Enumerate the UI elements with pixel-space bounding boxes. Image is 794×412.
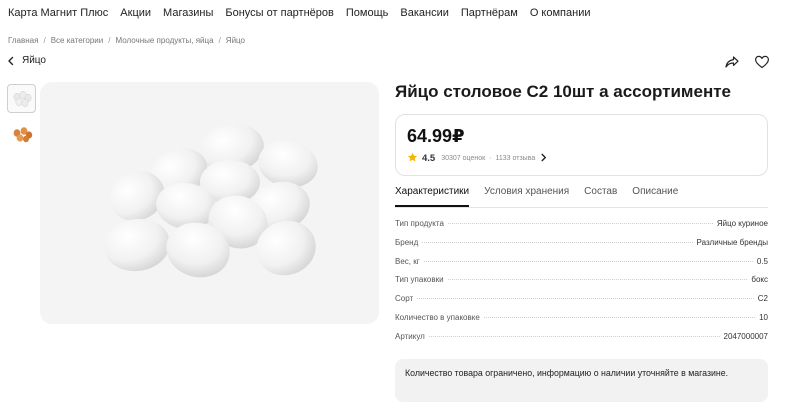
spec-label: Вес, кг [395,256,420,266]
spec-label: Артикул [395,331,425,341]
availability-notice: Количество товара ограничено, информацию… [395,359,768,402]
back-label: Яйцо [22,55,46,66]
breadcrumb-eggs[interactable]: Яйцо [226,36,245,45]
nav-item-magnit-plus-card[interactable]: Карта Магнит Плюс [8,7,108,19]
breadcrumb: Главная / Все категории / Молочные проду… [8,36,245,45]
spec-leader [447,279,748,281]
image-thumbnails [7,84,36,148]
rating-separator: · [489,155,492,162]
spec-label: Сорт [395,294,414,304]
spec-value: 0.5 [756,256,768,266]
spec-leader [483,316,756,318]
spec-leader [423,260,753,262]
top-nav: Карта Магнит Плюс Акции Магазины Бонусы … [0,0,602,26]
breadcrumb-separator: / [108,36,111,45]
nav-item-stores[interactable]: Магазины [163,7,213,19]
spec-row: Бренд Различные бренды [395,238,768,257]
rating-summary[interactable]: 4.5 30307 оценок · 1133 отзыва [407,152,548,165]
spec-label: Бренд [395,237,419,247]
spec-leader [428,335,720,337]
spec-row: Вес, кг 0.5 [395,257,768,276]
breadcrumb-all-categories[interactable]: Все категории [51,36,104,45]
price-card: 64.99₽ 4.5 30307 оценок · 1133 отзыва [395,114,768,176]
breadcrumb-separator: / [218,36,221,45]
spec-row: Тип продукта Яйцо куриное [395,219,768,238]
product-actions [724,54,770,70]
nav-item-partners[interactable]: Партнёрам [461,7,518,19]
heart-icon[interactable] [754,54,770,70]
spec-label: Тип продукта [395,219,444,228]
star-icon [407,152,418,165]
product-price: 64.99₽ [407,126,465,146]
chevron-left-icon [6,56,16,66]
spec-leader [417,298,754,300]
spec-value: 10 [759,312,768,322]
nav-item-about[interactable]: О компании [530,7,591,19]
tab-storage-conditions[interactable]: Условия хранения [484,186,569,207]
nav-item-promotions[interactable]: Акции [120,7,151,19]
specifications-list: Тип продукта Яйцо куриное Бренд Различны… [395,219,768,351]
back-link[interactable]: Яйцо [6,55,46,66]
share-icon[interactable] [724,54,740,70]
spec-value: С2 [757,294,768,304]
spec-leader [447,223,713,224]
nav-item-help[interactable]: Помощь [346,7,389,19]
spec-value: Яйцо куриное [716,219,768,228]
spec-value: бокс [751,275,768,285]
tab-composition[interactable]: Состав [584,186,617,207]
breadcrumb-dairy[interactable]: Молочные продукты, яйца [115,36,213,45]
spec-value: Различные бренды [696,237,768,247]
product-title: Яйцо столовое С2 10шт а ассортименте [395,82,732,101]
spec-label: Тип упаковки [395,275,444,285]
tab-description[interactable]: Описание [632,186,678,207]
spec-leader [422,241,693,243]
chevron-right-icon [539,153,548,164]
spec-value: 2047000007 [723,331,769,341]
product-image [40,82,379,324]
nav-item-partner-bonuses[interactable]: Бонусы от партнёров [225,7,333,19]
breadcrumb-separator: / [43,36,46,45]
breadcrumb-home[interactable]: Главная [8,36,38,45]
spec-row: Количество в упаковке 10 [395,313,768,332]
rating-score: 4.5 [422,153,436,164]
reviews-count: 1133 отзыва [495,155,536,162]
spec-row: Сорт С2 [395,294,768,313]
spec-row: Артикул 2047000007 [395,332,768,351]
thumbnail-eggs-white[interactable] [7,84,36,113]
thumbnail-eggs-brown[interactable] [7,119,36,148]
product-tabs: Характеристики Условия хранения Состав О… [395,186,768,208]
nav-item-vacancies[interactable]: Вакансии [400,7,449,19]
spec-row: Тип упаковки бокс [395,275,768,294]
ratings-count: 30307 оценок [441,155,486,162]
spec-label: Количество в упаковке [395,312,480,322]
tab-characteristics[interactable]: Характеристики [395,186,470,207]
